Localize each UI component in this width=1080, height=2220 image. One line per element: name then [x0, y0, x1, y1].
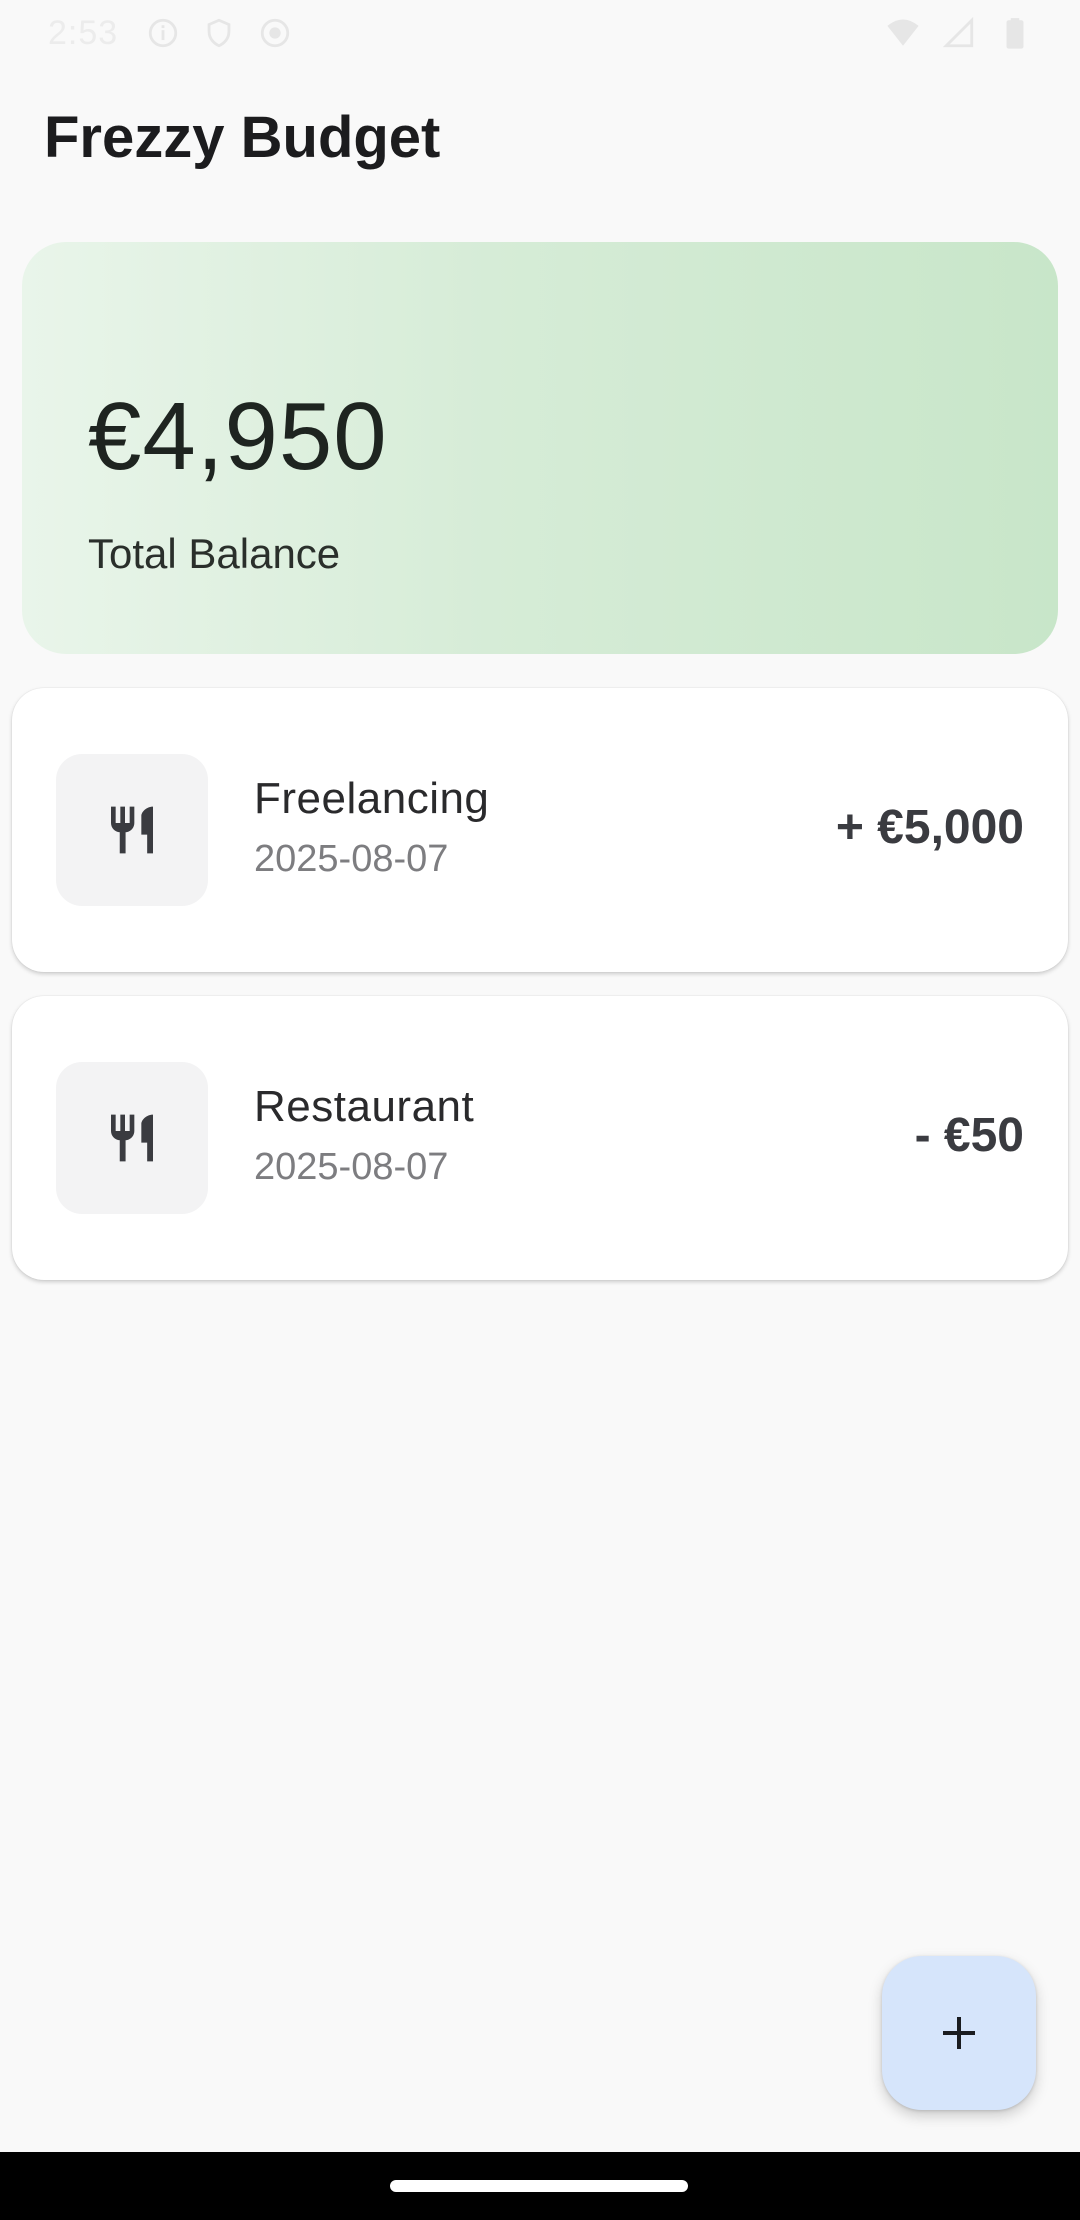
info-icon	[149, 18, 178, 48]
transaction-icon-box	[56, 1062, 208, 1214]
transaction-amount: - €50	[914, 1109, 1024, 1162]
restaurant-icon	[111, 806, 153, 854]
transaction-name: Restaurant	[254, 1082, 475, 1131]
transaction-list: Freelancing 2025-08-07 + €5,000 Restaura…	[12, 688, 1068, 1304]
add-transaction-button[interactable]	[882, 1956, 1036, 2110]
balance-card: €4,950 Total Balance	[22, 242, 1058, 654]
plus-icon	[943, 2017, 975, 2049]
transaction-date: 2025-08-07	[254, 838, 449, 880]
transaction-name: Freelancing	[254, 774, 490, 823]
system-navigation-bar	[0, 2152, 1080, 2220]
balance-amount: €4,950	[88, 383, 388, 490]
cellular-signal-icon	[942, 16, 974, 48]
battery-icon	[1006, 18, 1024, 49]
status-time: 2:53	[48, 13, 119, 52]
status-bar: 2:53	[0, 0, 1080, 66]
transaction-date: 2025-08-07	[254, 1146, 449, 1188]
wifi-icon	[887, 19, 919, 46]
status-system-icons	[886, 16, 1032, 50]
restaurant-icon	[111, 1114, 153, 1162]
app-title: Frezzy Budget	[44, 105, 441, 170]
shield-icon	[207, 18, 231, 48]
home-gesture-handle[interactable]	[390, 2180, 688, 2192]
balance-label: Total Balance	[88, 530, 341, 577]
app-notification-icon	[261, 18, 290, 48]
transaction-icon-box	[56, 754, 208, 906]
transaction-amount: + €5,000	[835, 801, 1024, 854]
transaction-item[interactable]: Freelancing 2025-08-07 + €5,000	[12, 688, 1068, 972]
status-notification-icons	[146, 16, 292, 50]
transaction-item[interactable]: Restaurant 2025-08-07 - €50	[12, 996, 1068, 1280]
